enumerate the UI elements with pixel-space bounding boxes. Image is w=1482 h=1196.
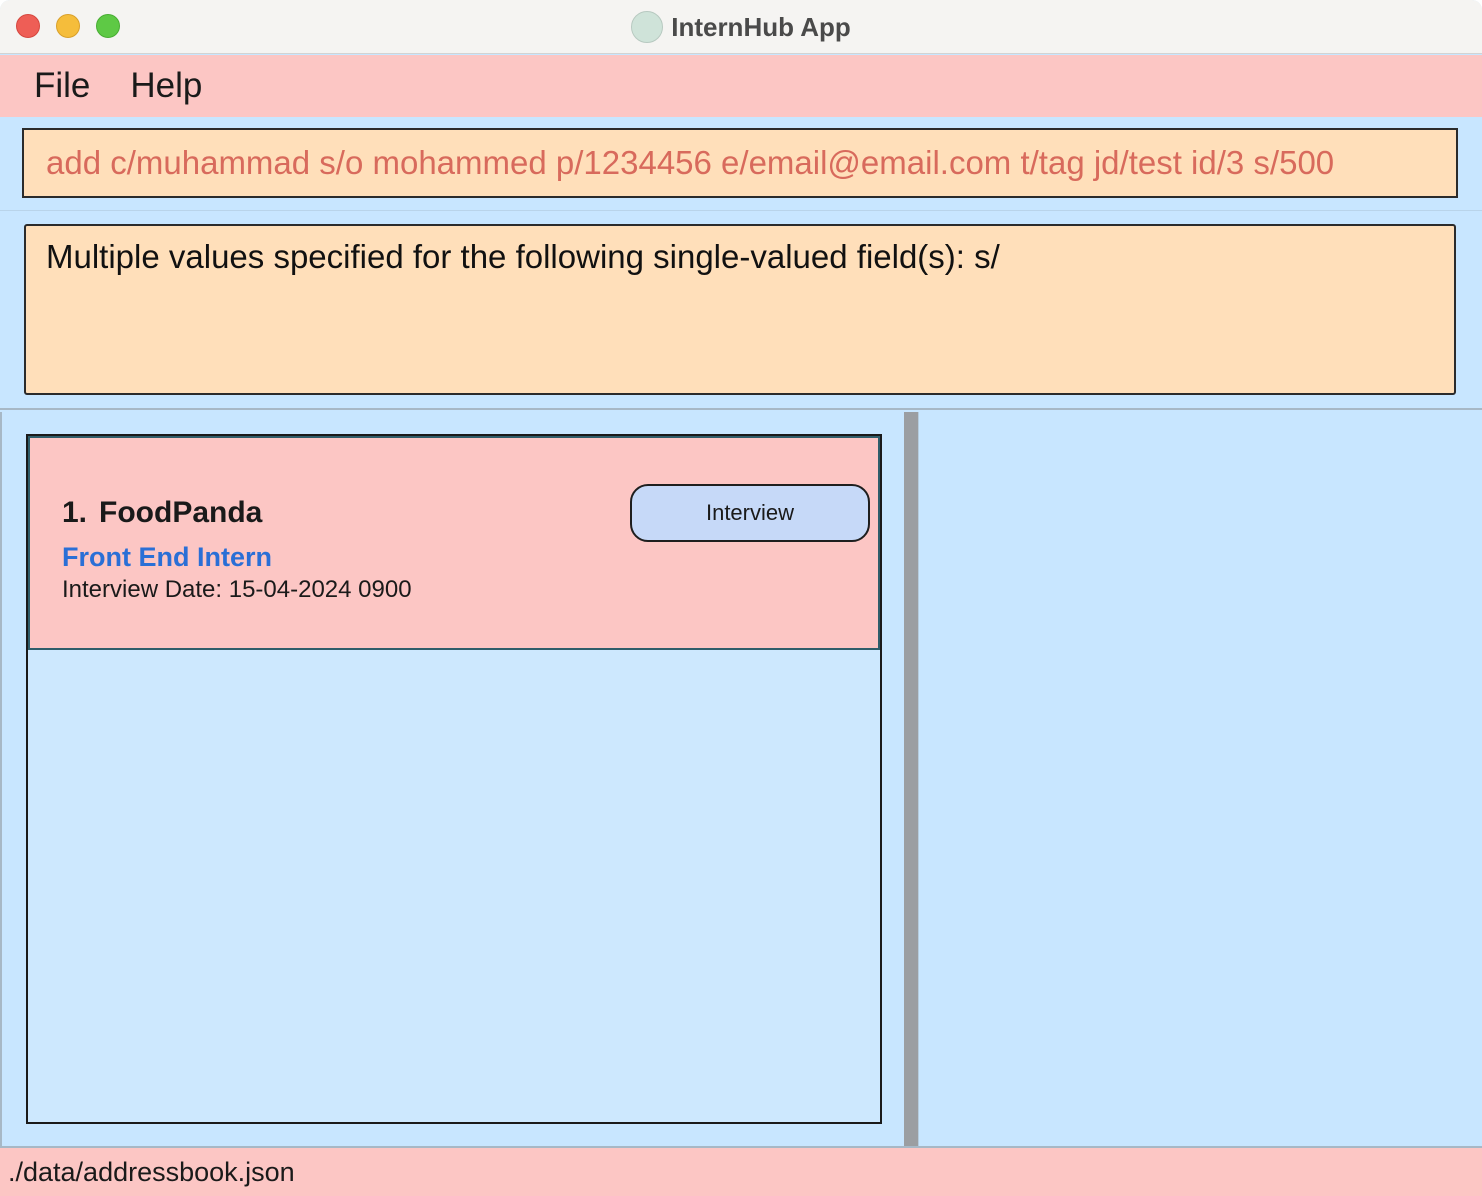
card-interview-date: Interview Date: 15-04-2024 0900 — [62, 576, 412, 603]
title-wrap: InternHub App — [0, 0, 1482, 54]
panel-splitter[interactable] — [904, 412, 918, 1146]
menu-help[interactable]: Help — [130, 66, 202, 106]
window-title: InternHub App — [671, 11, 851, 42]
menu-bar: File Help — [0, 55, 1482, 117]
result-area: Multiple values specified for the follow… — [0, 212, 1482, 410]
title-bar: InternHub App — [0, 0, 1482, 54]
command-area — [0, 117, 1482, 211]
internship-list-panel: 1. FoodPanda Front End Intern Interview D… — [0, 412, 904, 1146]
app-logo-icon — [631, 11, 664, 43]
status-badge: Interview — [630, 484, 870, 542]
detail-panel — [918, 412, 1482, 1146]
internship-list-view[interactable]: 1. FoodPanda Front End Intern Interview D… — [26, 434, 882, 1124]
menu-file[interactable]: File — [34, 66, 90, 106]
status-bar: ./data/addressbook.json — [0, 1146, 1482, 1196]
internship-card[interactable]: 1. FoodPanda Front End Intern Interview D… — [28, 436, 880, 650]
card-title: 1. FoodPanda — [62, 496, 262, 530]
card-role: Front End Intern — [62, 542, 272, 572]
card-company: FoodPanda — [99, 496, 263, 529]
data-file-path: ./data/addressbook.json — [8, 1156, 295, 1187]
app-window: InternHub App File Help Multiple values … — [0, 0, 1482, 1196]
card-index: 1. — [62, 496, 88, 529]
command-input[interactable] — [22, 128, 1458, 198]
result-display[interactable]: Multiple values specified for the follow… — [24, 224, 1456, 395]
